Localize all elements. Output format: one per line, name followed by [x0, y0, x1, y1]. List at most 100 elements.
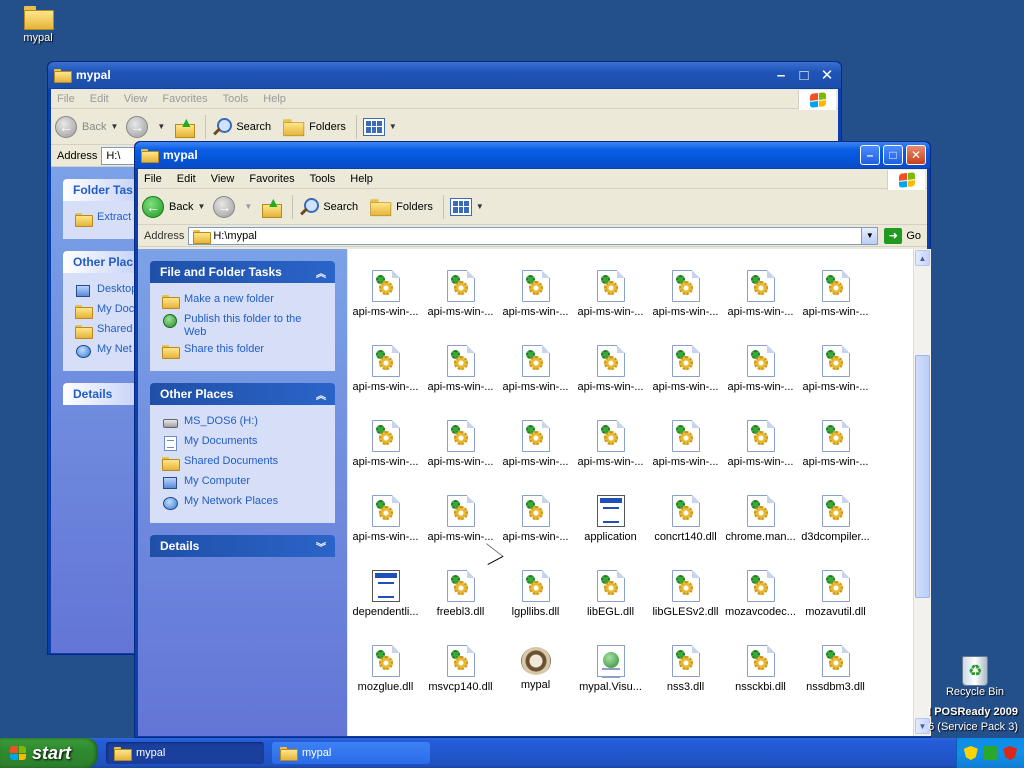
file-item[interactable]: api-ms-win-... — [723, 270, 798, 318]
back-button[interactable]: ← Back ▼ — [55, 115, 118, 138]
file-item[interactable]: mypal — [498, 645, 573, 691]
minimize-button[interactable]: – — [771, 65, 791, 85]
forward-button[interactable]: → ▼ — [126, 115, 165, 138]
file-item[interactable]: api-ms-win-... — [348, 345, 423, 393]
file-item[interactable]: concrt140.dll — [648, 495, 723, 543]
front-explorer-window[interactable]: mypal – □ ✕ File Edit View Favorites Too… — [134, 141, 931, 738]
menu-help[interactable]: Help — [263, 93, 286, 105]
scroll-up-button[interactable]: ▲ — [915, 250, 930, 266]
panel-head-details[interactable]: Details ︾ — [150, 535, 335, 557]
network-icon[interactable] — [983, 746, 998, 760]
file-item[interactable]: api-ms-win-... — [348, 420, 423, 468]
file-item[interactable]: api-ms-win-... — [423, 345, 498, 393]
file-item[interactable]: libEGL.dll — [573, 570, 648, 618]
file-item[interactable]: freebl3.dll — [423, 570, 498, 618]
security-alert-icon[interactable] — [1003, 746, 1018, 760]
scroll-thumb[interactable] — [915, 355, 930, 598]
file-item[interactable]: mypal.Visu... — [573, 645, 648, 693]
expand-chevron-icon[interactable]: ︾ — [313, 538, 329, 554]
file-item[interactable]: api-ms-win-... — [798, 420, 873, 468]
file-item[interactable]: api-ms-win-... — [723, 345, 798, 393]
file-item[interactable]: api-ms-win-... — [423, 495, 498, 543]
search-button[interactable]: Search — [299, 197, 358, 217]
file-item[interactable]: msvcp140.dll — [423, 645, 498, 693]
file-item[interactable]: nssdbm3.dll — [798, 645, 873, 693]
start-button[interactable]: start — [0, 738, 98, 768]
maximize-button[interactable]: □ — [883, 145, 903, 165]
file-item[interactable]: dependentli... — [348, 570, 423, 618]
menu-file[interactable]: File — [57, 93, 75, 105]
file-item[interactable]: api-ms-win-... — [498, 270, 573, 318]
panel-head-folder-tasks[interactable]: Folder Tas — [63, 179, 137, 201]
file-list-view[interactable]: api-ms-win-... api-ms-win-... api-ms-win-.… — [348, 249, 913, 736]
panel-item-extract[interactable]: Extract — [75, 211, 137, 227]
file-item[interactable]: api-ms-win-... — [648, 345, 723, 393]
vertical-scrollbar[interactable]: ▲ ▼ — [913, 249, 931, 736]
address-input[interactable]: H:\mypal ▼ — [188, 226, 879, 245]
views-button[interactable]: ▼ — [362, 117, 397, 136]
menu-help[interactable]: Help — [350, 173, 373, 185]
panel-head-other-places[interactable]: Other Plac — [63, 251, 137, 273]
file-item[interactable]: api-ms-win-... — [498, 420, 573, 468]
menu-edit[interactable]: Edit — [90, 93, 109, 105]
file-item[interactable]: api-ms-win-... — [573, 345, 648, 393]
taskbar-item-mypal-2[interactable]: mypal — [272, 742, 430, 764]
file-item[interactable]: api-ms-win-... — [423, 270, 498, 318]
security-shield-icon[interactable] — [963, 746, 978, 760]
place-my-documents[interactable]: My Documents — [162, 435, 325, 451]
front-window-titlebar[interactable]: mypal – □ ✕ — [135, 142, 930, 168]
panel-item-my-network[interactable]: My Net — [75, 343, 137, 359]
panel-head-details[interactable]: Details — [63, 383, 137, 405]
place-shared-documents[interactable]: Shared Documents — [162, 455, 325, 471]
menu-file[interactable]: File — [144, 173, 162, 185]
menu-tools[interactable]: Tools — [310, 173, 336, 185]
close-button[interactable]: ✕ — [817, 65, 837, 85]
maximize-button[interactable]: □ — [794, 65, 814, 85]
go-button[interactable]: ➜ Go — [884, 227, 921, 244]
menu-tools[interactable]: Tools — [223, 93, 249, 105]
desktop-icon-mypal[interactable]: mypal — [0, 6, 78, 44]
file-item[interactable]: api-ms-win-... — [573, 270, 648, 318]
file-item[interactable]: nssckbi.dll — [723, 645, 798, 693]
task-make-new-folder[interactable]: Make a new folder — [162, 293, 325, 309]
back-window-titlebar[interactable]: mypal – □ ✕ — [48, 62, 841, 88]
task-publish-folder[interactable]: Publish this folder to the Web — [162, 313, 325, 339]
file-item[interactable]: application — [573, 495, 648, 543]
file-item[interactable]: api-ms-win-... — [423, 420, 498, 468]
file-item[interactable]: mozavutil.dll — [798, 570, 873, 618]
panel-item-shared[interactable]: Shared — [75, 323, 137, 339]
file-item[interactable]: mozglue.dll — [348, 645, 423, 693]
menu-view[interactable]: View — [124, 93, 148, 105]
taskbar-item-mypal-1[interactable]: mypal — [106, 742, 264, 764]
file-item[interactable]: mozavcodec... — [723, 570, 798, 618]
panel-item-my-documents[interactable]: My Doc — [75, 303, 137, 319]
file-item[interactable]: api-ms-win-... — [798, 345, 873, 393]
file-item[interactable]: api-ms-win-... — [498, 345, 573, 393]
menu-edit[interactable]: Edit — [177, 173, 196, 185]
close-button[interactable]: ✕ — [906, 145, 926, 165]
menu-view[interactable]: View — [211, 173, 235, 185]
folders-button[interactable]: Folders — [279, 116, 346, 138]
menu-favorites[interactable]: Favorites — [249, 173, 294, 185]
forward-button[interactable]: → ▼ — [213, 195, 252, 218]
collapse-chevron-icon[interactable]: ︽ — [313, 386, 329, 402]
file-item[interactable]: api-ms-win-... — [348, 270, 423, 318]
task-share-folder[interactable]: Share this folder — [162, 343, 325, 359]
collapse-chevron-icon[interactable]: ︽ — [313, 264, 329, 280]
file-item[interactable]: api-ms-win-... — [348, 495, 423, 543]
up-folder-icon[interactable] — [260, 194, 283, 218]
file-item[interactable]: nss3.dll — [648, 645, 723, 693]
file-item[interactable]: d3dcompiler... — [798, 495, 873, 543]
search-button[interactable]: Search — [212, 117, 271, 137]
file-item[interactable]: api-ms-win-... — [648, 270, 723, 318]
back-button[interactable]: ← Back ▼ — [142, 195, 205, 218]
panel-head-other-places[interactable]: Other Places ︽ — [150, 383, 335, 405]
file-item[interactable]: api-ms-win-... — [573, 420, 648, 468]
folders-button[interactable]: Folders — [366, 196, 433, 218]
file-item[interactable]: api-ms-win-... — [648, 420, 723, 468]
file-item[interactable]: api-ms-win-... — [498, 495, 573, 543]
panel-head-file-folder-tasks[interactable]: File and Folder Tasks ︽ — [150, 261, 335, 283]
minimize-button[interactable]: – — [860, 145, 880, 165]
place-my-computer[interactable]: My Computer — [162, 475, 325, 491]
views-button[interactable]: ▼ — [449, 197, 484, 216]
